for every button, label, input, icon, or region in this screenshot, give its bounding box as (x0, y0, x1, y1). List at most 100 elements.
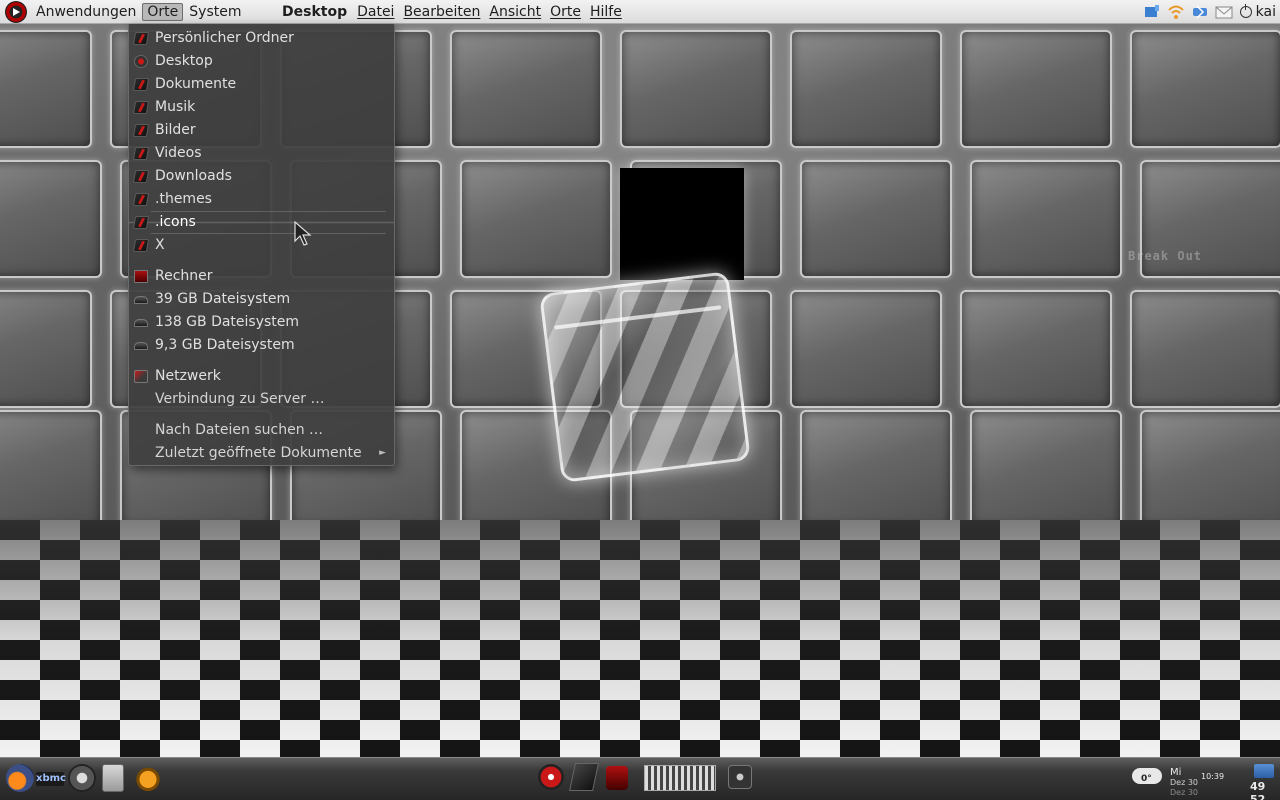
app-menu-edit[interactable]: Bearbeiten (403, 4, 480, 20)
menu-item-label: Bilder (155, 122, 196, 138)
wifi-icon[interactable] (1166, 3, 1186, 21)
file-manager-icon[interactable] (102, 764, 124, 792)
places-item-filesystem-138gb[interactable]: 138 GB Dateisystem (129, 311, 394, 334)
wallpaper-tile (800, 410, 952, 528)
user-name: kai (1255, 4, 1276, 20)
wallpaper-wall-hole (620, 168, 744, 280)
app-menu-help[interactable]: Hilfe (590, 4, 622, 20)
menu-item-label: 138 GB Dateisystem (155, 314, 300, 330)
menu-item-label: 9,3 GB Dateisystem (155, 337, 295, 353)
places-item-home[interactable]: Persönlicher Ordner (129, 27, 394, 50)
menu-item-label: Musik (155, 99, 196, 115)
wallpaper-tile (1140, 410, 1280, 528)
wallpaper-tile (960, 30, 1112, 148)
wallpaper-tile (0, 160, 102, 278)
wallpaper-floor-shade (0, 520, 1280, 765)
gimp-icon[interactable] (134, 764, 162, 792)
system-tray: kai (1138, 0, 1276, 24)
app-menu-view[interactable]: Ansicht (489, 4, 541, 20)
places-menu: Persönlicher Ordner Desktop Dokumente Mu… (128, 24, 395, 466)
places-item-pictures[interactable]: Bilder (129, 119, 394, 142)
media-player-icon[interactable] (538, 764, 564, 790)
clock-date-applet[interactable]: Mi Dez 30 Dez 30 (1170, 767, 1198, 797)
wallpaper-tile (800, 160, 952, 278)
menu-item-label: Videos (155, 145, 202, 161)
places-item-themes[interactable]: .themes (129, 188, 394, 211)
drive-icon (134, 319, 148, 327)
places-item-search-files[interactable]: Nach Dateien suchen … (129, 419, 394, 442)
network-manager-icon[interactable] (1142, 3, 1162, 21)
user-switcher[interactable]: kai (1239, 4, 1276, 20)
firefox-icon[interactable] (6, 764, 34, 792)
app-menu-file[interactable]: Datei (357, 4, 394, 20)
menu-item-label: Verbindung zu Server … (155, 391, 325, 407)
wallpaper-tile (0, 410, 102, 528)
headphones-icon[interactable] (68, 764, 96, 792)
active-app-name: Desktop (282, 4, 348, 20)
menu-item-label: .themes (155, 191, 212, 207)
menu-item-label: Persönlicher Ordner (155, 30, 294, 46)
mouse-pointer-icon (294, 221, 312, 246)
folder-icon (132, 239, 150, 252)
wallpaper-tile (790, 290, 942, 408)
wallpaper-tile (460, 160, 612, 278)
clock-date: Dez 30 (1170, 778, 1199, 787)
places-item-x[interactable]: X (129, 234, 394, 257)
places-item-filesystem-9gb[interactable]: 9,3 GB Dateisystem (129, 334, 394, 357)
wallpaper-tile (0, 290, 92, 408)
submenu-arrow-icon: ► (379, 448, 386, 458)
folder-icon (132, 101, 150, 114)
places-item-music[interactable]: Musik (129, 96, 394, 119)
clock-date-secondary: Dez 30 (1170, 788, 1199, 797)
places-item-filesystem-39gb[interactable]: 39 GB Dateisystem (129, 288, 394, 311)
wallpaper-tile (620, 30, 772, 148)
drive-icon (134, 296, 148, 304)
network-icon (134, 370, 148, 383)
desktop-icon (134, 55, 148, 68)
places-item-desktop[interactable]: Desktop (129, 50, 394, 73)
bluetooth-icon[interactable] (1190, 3, 1210, 21)
weather-applet[interactable]: 0° (1132, 764, 1164, 792)
workspace-switcher[interactable] (644, 765, 716, 791)
global-app-menubar: Desktop Datei Bearbeiten Ansicht Orte Hi… (282, 0, 631, 24)
menu-item-label: Dokumente (155, 76, 237, 92)
menu-places[interactable]: Orte (142, 2, 184, 21)
menu-item-label: Netzwerk (155, 368, 221, 384)
volume-icon[interactable] (728, 765, 752, 789)
menu-item-label: Rechner (155, 268, 213, 284)
center-launchers (538, 762, 758, 794)
app-menu-places[interactable]: Orte (550, 4, 581, 20)
places-item-videos[interactable]: Videos (129, 142, 394, 165)
computer-icon (134, 270, 148, 283)
folder-icon (132, 147, 150, 160)
recorder-icon[interactable] (606, 766, 628, 790)
clock-time: 10:39 (1201, 772, 1225, 781)
wallpaper-tile (0, 30, 92, 148)
power-icon (1239, 4, 1252, 18)
folder-icon (132, 193, 150, 206)
places-item-connect-server[interactable]: Verbindung zu Server … (129, 388, 394, 411)
places-item-documents[interactable]: Dokumente (129, 73, 394, 96)
xbmc-icon[interactable]: xbmc (36, 772, 66, 786)
places-item-recent-documents[interactable]: Zuletzt geöffnete Dokumente ► (129, 442, 394, 465)
clock-day: Mi (1170, 767, 1182, 778)
notebook-icon[interactable] (569, 763, 599, 791)
places-item-network[interactable]: Netzwerk (129, 365, 394, 388)
folder-icon (132, 216, 150, 229)
places-item-downloads[interactable]: Downloads (129, 165, 394, 188)
menu-system[interactable]: System (185, 2, 245, 22)
folder-icon (132, 78, 150, 91)
wallpaper-glass-cube (539, 271, 751, 483)
places-item-icons[interactable]: .icons (129, 211, 394, 234)
menu-separator (129, 357, 394, 365)
mail-icon[interactable] (1214, 3, 1234, 21)
places-item-computer[interactable]: Rechner (129, 265, 394, 288)
gnome-foot-icon[interactable] (5, 0, 27, 23)
menu-applications[interactable]: Anwendungen (32, 2, 140, 22)
folder-icon (132, 32, 150, 45)
calendar-icon[interactable] (1254, 764, 1274, 778)
menu-item-label: Desktop (155, 53, 213, 69)
menu-item-label: Zuletzt geöffnete Dokumente (155, 445, 362, 461)
wallpaper-tile (450, 30, 602, 148)
menu-separator (129, 411, 394, 419)
